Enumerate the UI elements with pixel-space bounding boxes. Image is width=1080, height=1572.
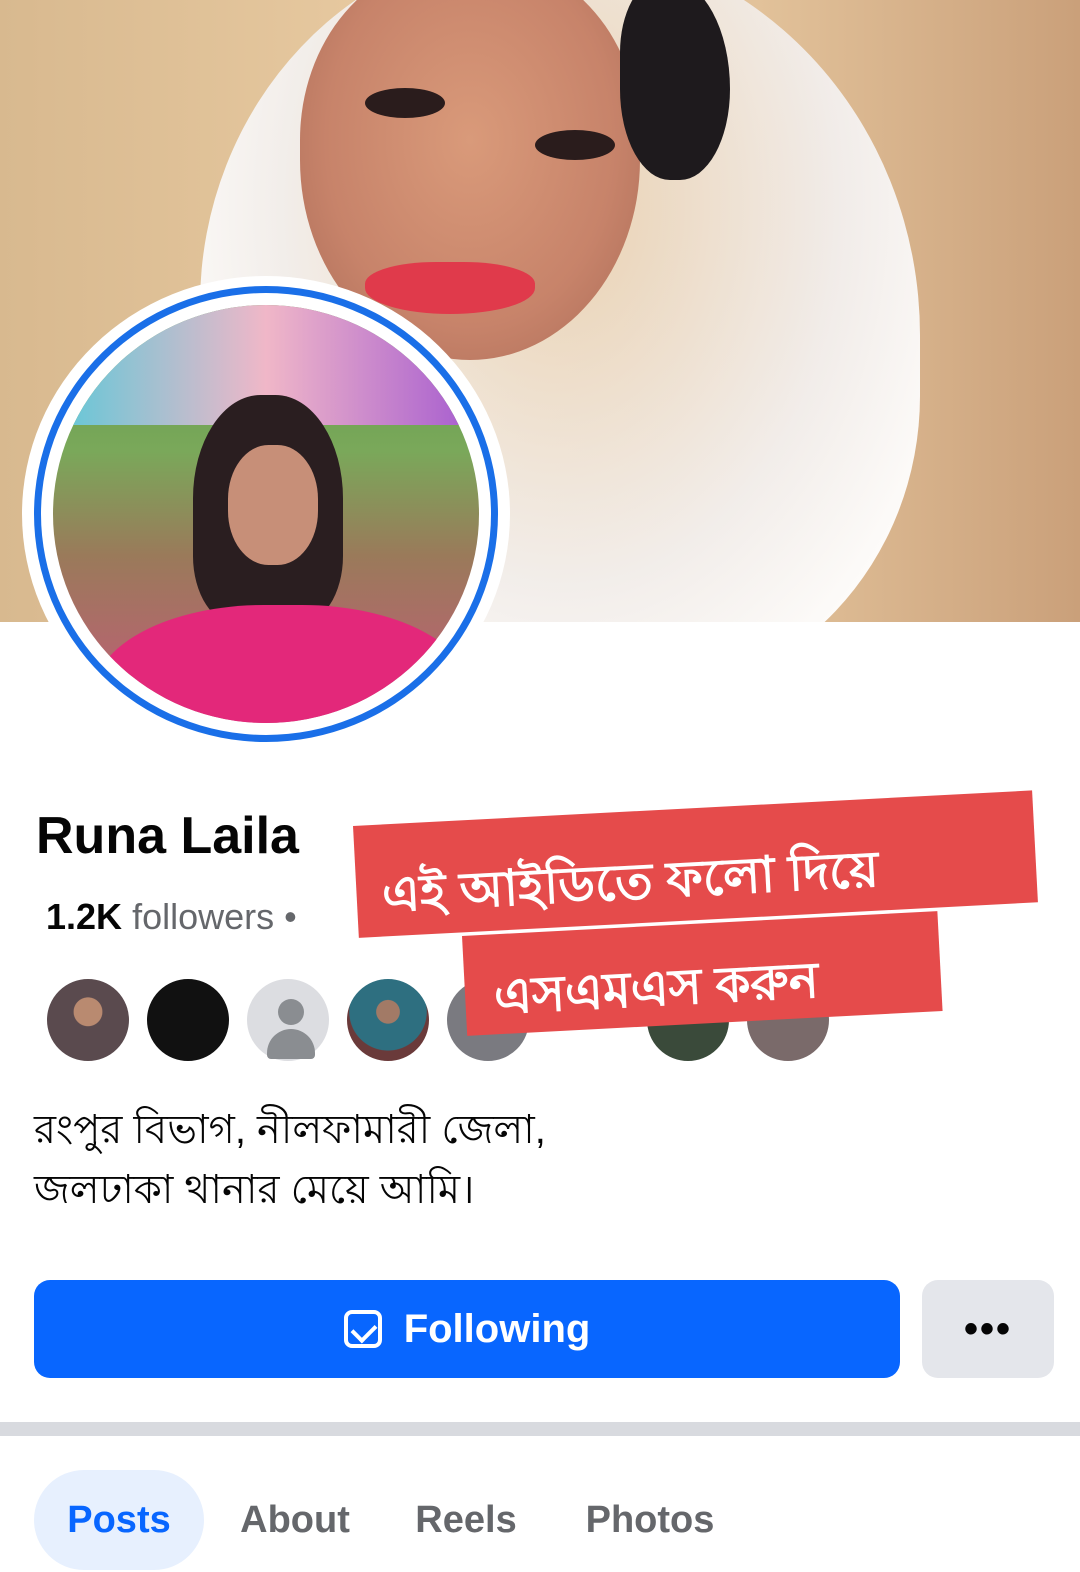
- bio-line: জলঢাকা থানার মেয়ে আমি।: [34, 1168, 475, 1212]
- followers-separator: •: [284, 896, 297, 937]
- profile-person-sari: [93, 605, 473, 723]
- followers-count[interactable]: 1.2K followers •: [46, 896, 297, 938]
- avatar[interactable]: [44, 976, 132, 1064]
- section-divider: [0, 1422, 1080, 1436]
- following-button[interactable]: Following: [34, 1280, 900, 1378]
- more-options-button[interactable]: •••: [922, 1280, 1054, 1378]
- followers-label: followers: [132, 896, 275, 937]
- profile-picture-image: [53, 305, 479, 723]
- tab-about[interactable]: About: [220, 1470, 370, 1570]
- following-check-icon: [343, 1310, 382, 1348]
- followers-number: 1.2K: [46, 896, 123, 937]
- cover-eye: [365, 88, 445, 118]
- profile-name: Runa Laila: [36, 807, 299, 865]
- avatar[interactable]: [144, 976, 232, 1064]
- overlay-text-line2: এসএমএস করুন: [492, 951, 820, 1025]
- bio-line: রংপুর বিভাগ, নীলফামারী জেলা,: [34, 1108, 546, 1152]
- more-dots-icon: •••: [963, 1306, 1012, 1351]
- profile-tabs: Posts About Reels Photos: [0, 1470, 1080, 1570]
- default-person-icon-body: [267, 1029, 315, 1059]
- avatar[interactable]: [244, 976, 332, 1064]
- following-label: Following: [403, 1306, 591, 1351]
- tab-posts[interactable]: Posts: [34, 1470, 204, 1570]
- avatar[interactable]: [344, 976, 432, 1064]
- profile-picture[interactable]: [34, 286, 498, 742]
- default-person-icon: [278, 999, 304, 1025]
- tab-photos[interactable]: Photos: [570, 1470, 730, 1570]
- profile-person-face: [228, 445, 318, 565]
- cover-hair: [620, 0, 730, 180]
- tab-reels[interactable]: Reels: [396, 1470, 536, 1570]
- profile-bio: রংপুর বিভাগ, নীলফামারী জেলা, জলঢাকা থানা…: [34, 1100, 546, 1220]
- cover-eye: [535, 130, 615, 160]
